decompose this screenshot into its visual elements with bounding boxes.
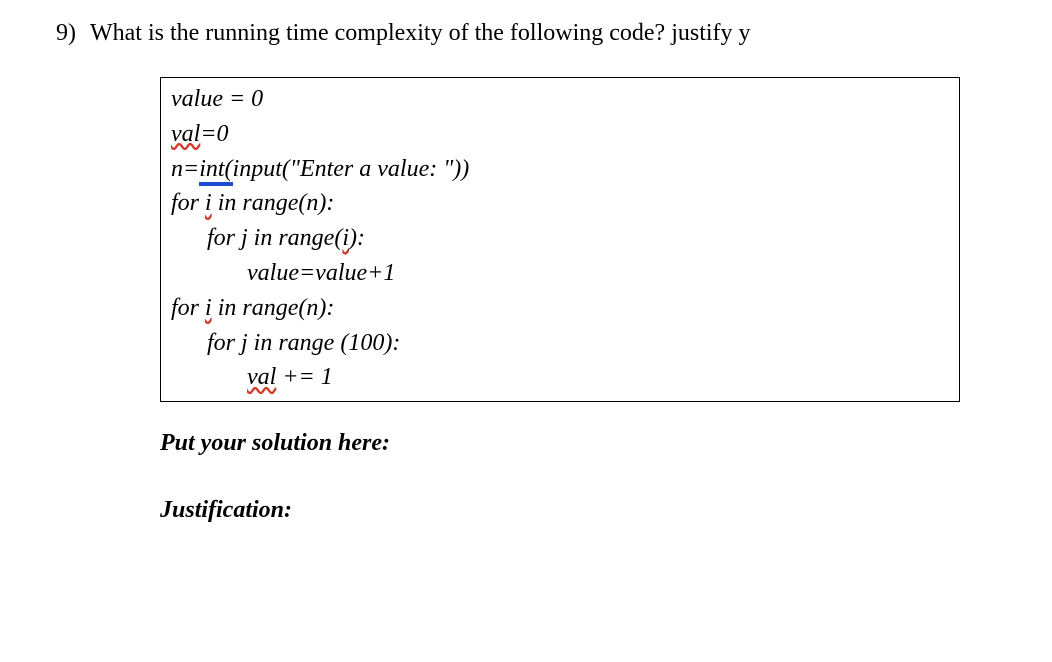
spellcheck-underline: val [171,121,200,147]
code-text: for j in range( [207,225,342,251]
question-number: 9) [30,20,90,47]
code-line-3: n=int(input("Enter a value: ")) [171,152,949,187]
spellcheck-underline: i [205,190,212,216]
code-text: ): [349,225,365,251]
code-text: value=value+1 [247,260,395,286]
justification-prompt: Justification: [160,497,1052,524]
question-row: 9) What is the running time complexity o… [30,20,1052,47]
code-text: += 1 [276,364,332,390]
code-text: in range(n): [212,190,335,216]
code-text: n= [171,156,199,182]
grammar-underline: int( [199,156,232,184]
code-line-5: for j in range(i): [171,221,949,256]
code-box: value = 0 val=0 n=int(input("Enter a val… [160,77,960,402]
code-text: for j in range (100): [207,330,400,356]
spellcheck-underline: val [247,364,276,390]
code-line-6: value=value+1 [171,256,949,291]
code-line-7: for i in range(n): [171,291,949,326]
spellcheck-underline: i [342,225,349,251]
code-line-8: for j in range (100): [171,326,949,361]
code-text: value = 0 [171,86,263,112]
code-text: for [171,295,205,321]
code-text: for [171,190,205,216]
spellcheck-underline: i [205,295,212,321]
code-line-9: val += 1 [171,360,949,395]
code-line-2: val=0 [171,117,949,152]
solution-prompt: Put your solution here: [160,430,1052,457]
code-line-4: for i in range(n): [171,186,949,221]
code-text: input("Enter a value: ")) [233,156,470,182]
code-text: =0 [200,121,228,147]
code-line-1: value = 0 [171,82,949,117]
code-text: in range(n): [212,295,335,321]
question-text: What is the running time complexity of t… [90,20,1052,47]
